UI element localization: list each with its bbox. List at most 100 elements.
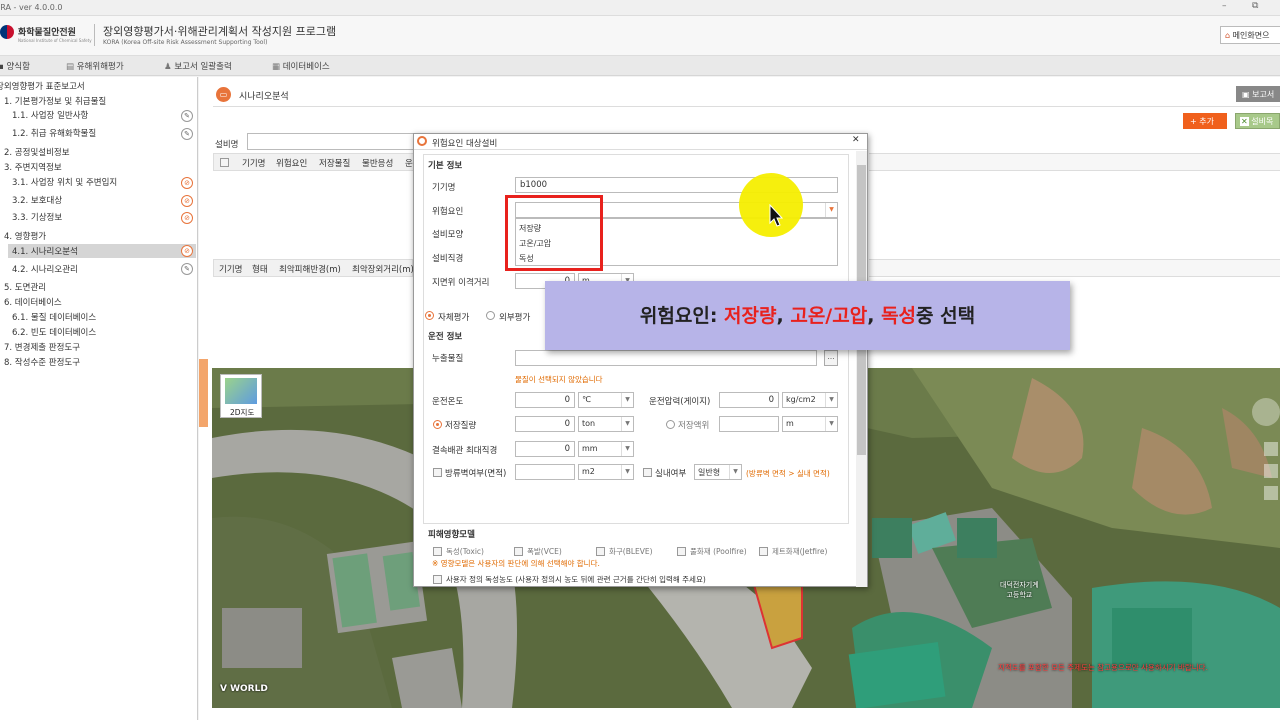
tree-item-7[interactable]: 7. 변경제출 판정도구	[4, 341, 80, 353]
tree-item-1-1[interactable]: 1.1. 사업장 일반사항	[12, 109, 88, 121]
tree-item-1[interactable]: 1. 기본평가정보 및 취급물질	[4, 95, 106, 107]
tree-item-6-1[interactable]: 6.1. 물질 데이터베이스	[12, 311, 96, 323]
pipe-diameter-input[interactable]: 0	[515, 441, 575, 457]
eval-external-radio[interactable]	[486, 311, 495, 320]
storage-mass-radio[interactable]	[433, 420, 442, 429]
tree-item-4[interactable]: 4. 영향평가	[4, 230, 46, 242]
edit-icon[interactable]: ✎	[181, 110, 193, 122]
col-type[interactable]: 형태	[252, 263, 268, 275]
tree-item-6[interactable]: 6. 데이터베이스	[4, 296, 62, 308]
menu-template[interactable]: ▪ 양식함	[0, 60, 30, 72]
tree-item-4-1-selected[interactable]: 4.1. 시나리오분석	[8, 244, 196, 258]
indoor-type-select[interactable]: 일반형 ▼	[694, 464, 742, 480]
dike-area-input[interactable]	[515, 464, 575, 480]
op-temp-input[interactable]: 0	[515, 392, 575, 408]
indoor-checkbox[interactable]	[643, 468, 652, 477]
storage-mass-unit-select[interactable]: ton ▼	[578, 416, 634, 432]
equipment-list-button[interactable]: ✕ 설비목	[1235, 113, 1280, 129]
col-hazard[interactable]: 위험요인	[276, 157, 307, 169]
tree-root[interactable]: 장외영향평가 표준보고서	[0, 80, 85, 92]
eval-internal-label: 자체평가	[438, 313, 470, 323]
model-jetfire-checkbox[interactable]	[759, 547, 768, 556]
close-icon[interactable]: ✕	[852, 135, 860, 145]
page-icon: ▭	[216, 87, 231, 102]
dialog-scrollbar[interactable]	[856, 151, 867, 587]
tree-item-2[interactable]: 2. 공정및설비정보	[4, 146, 70, 158]
menu-hazard-eval[interactable]: ▤ 유해위해평가	[66, 60, 124, 72]
tree-item-5[interactable]: 5. 도면관리	[4, 281, 46, 293]
tree-item-3-2[interactable]: 3.2. 보호대상	[12, 194, 62, 206]
model-vce-checkbox[interactable]	[514, 547, 523, 556]
edit-warning-icon[interactable]: ⊘	[181, 245, 193, 257]
chevron-down-icon: ▼	[621, 393, 633, 407]
zoom-out-button[interactable]	[1264, 464, 1278, 478]
model-toxic-label: 독성(Toxic)	[446, 547, 484, 556]
model-toxic-checkbox[interactable]	[433, 547, 442, 556]
org-name: 화학물질안전원	[18, 28, 76, 38]
col-operation[interactable]: 운	[405, 157, 413, 169]
equipment-search-input[interactable]	[247, 133, 415, 150]
tree-item-4-2[interactable]: 4.2. 시나리오관리	[12, 263, 78, 275]
storage-level-input[interactable]	[719, 416, 779, 432]
edit-icon[interactable]: ✎	[181, 263, 193, 275]
chevron-down-icon: ▼	[621, 417, 633, 431]
dike-checkbox[interactable]	[433, 468, 442, 477]
storage-level-radio[interactable]	[666, 420, 675, 429]
zoom-in-button[interactable]	[1264, 442, 1278, 456]
col-worst-distance[interactable]: 최악장외거리(m)	[352, 263, 414, 275]
right-table-line	[869, 259, 1280, 277]
tree-item-3[interactable]: 3. 주변지역정보	[4, 161, 62, 173]
section-operation-info: 운전 정보	[428, 332, 463, 342]
col-storage[interactable]: 저장물질	[319, 157, 350, 169]
col-worst-radius[interactable]: 최악피해반경(m)	[279, 263, 341, 275]
app-subtitle: KORA (Korea Off-site Risk Assessment Sup…	[103, 39, 268, 46]
model-poolfire-checkbox[interactable]	[677, 547, 686, 556]
page-title: 시나리오분석	[239, 92, 289, 102]
main-screen-button[interactable]: ⌂ 메인화면으	[1220, 26, 1280, 44]
leak-material-input[interactable]	[515, 350, 817, 366]
storage-level-unit-select[interactable]: m ▼	[782, 416, 838, 432]
col-water-react[interactable]: 물반응성	[362, 157, 393, 169]
restore-button[interactable]: ⧉	[1252, 1, 1258, 11]
ground-distance-label: 지면위 이격거리	[432, 278, 490, 288]
eval-internal-radio[interactable]	[425, 311, 434, 320]
col-device[interactable]: 기기명	[219, 263, 242, 275]
tree-item-8[interactable]: 8. 작성수준 판정도구	[4, 356, 80, 368]
panel-splitter-handle[interactable]	[199, 359, 208, 427]
tree-item-3-1[interactable]: 3.1. 사업장 위치 및 주변입지	[12, 176, 117, 188]
op-pressure-input[interactable]: 0	[719, 392, 779, 408]
edit-warning-icon[interactable]: ⊘	[181, 177, 193, 189]
select-all-checkbox[interactable]	[220, 158, 229, 167]
leak-material-browse-button[interactable]: …	[824, 350, 838, 366]
user-toxic-checkbox[interactable]	[433, 575, 442, 584]
menu-report-print[interactable]: ♟ 보고서 일괄출력	[164, 60, 232, 72]
model-bleve-checkbox[interactable]	[596, 547, 605, 556]
map-compass-icon[interactable]	[1252, 398, 1280, 426]
edit-icon[interactable]: ✎	[181, 128, 193, 140]
edit-warning-icon[interactable]: ⊘	[181, 195, 193, 207]
menu-database[interactable]: ▦ 데이터베이스	[272, 60, 330, 72]
storage-mass-input[interactable]: 0	[515, 416, 575, 432]
col-device[interactable]: 기기명	[242, 157, 265, 169]
add-button[interactable]: + 추가	[1183, 113, 1227, 129]
storage-level-label: 저장액위	[678, 421, 710, 431]
dike-unit-select[interactable]: m2 ▼	[578, 464, 634, 480]
pipe-unit-select[interactable]: mm ▼	[578, 441, 634, 457]
edit-warning-icon[interactable]: ⊘	[181, 212, 193, 224]
report-button[interactable]: ▣ 보고서	[1236, 86, 1280, 102]
callout-sep: ,	[867, 305, 882, 327]
chevron-down-icon: ▼	[621, 442, 633, 456]
tree-item-6-2[interactable]: 6.2. 빈도 데이터베이스	[12, 326, 96, 338]
map-label-school: 대덕전자기계 고등학교	[1000, 581, 1039, 599]
tree-item-1-2[interactable]: 1.2. 취급 유해화학물질	[12, 127, 96, 139]
leak-material-warning: 물질이 선택되지 않았습니다	[515, 375, 603, 384]
tree-item-3-3[interactable]: 3.3. 기상정보	[12, 211, 62, 223]
radio-dot	[436, 423, 439, 426]
op-temp-label: 운전온도	[432, 397, 464, 407]
op-temp-unit-select[interactable]: ℃ ▼	[578, 392, 634, 408]
op-pressure-unit-select[interactable]: kg/cm2 ▼	[782, 392, 838, 408]
minimize-button[interactable]: –	[1222, 1, 1227, 11]
eval-external-label: 외부평가	[499, 313, 531, 323]
map-tool-button[interactable]	[1264, 486, 1278, 500]
map-2d-badge[interactable]: 2D지도	[220, 374, 262, 418]
